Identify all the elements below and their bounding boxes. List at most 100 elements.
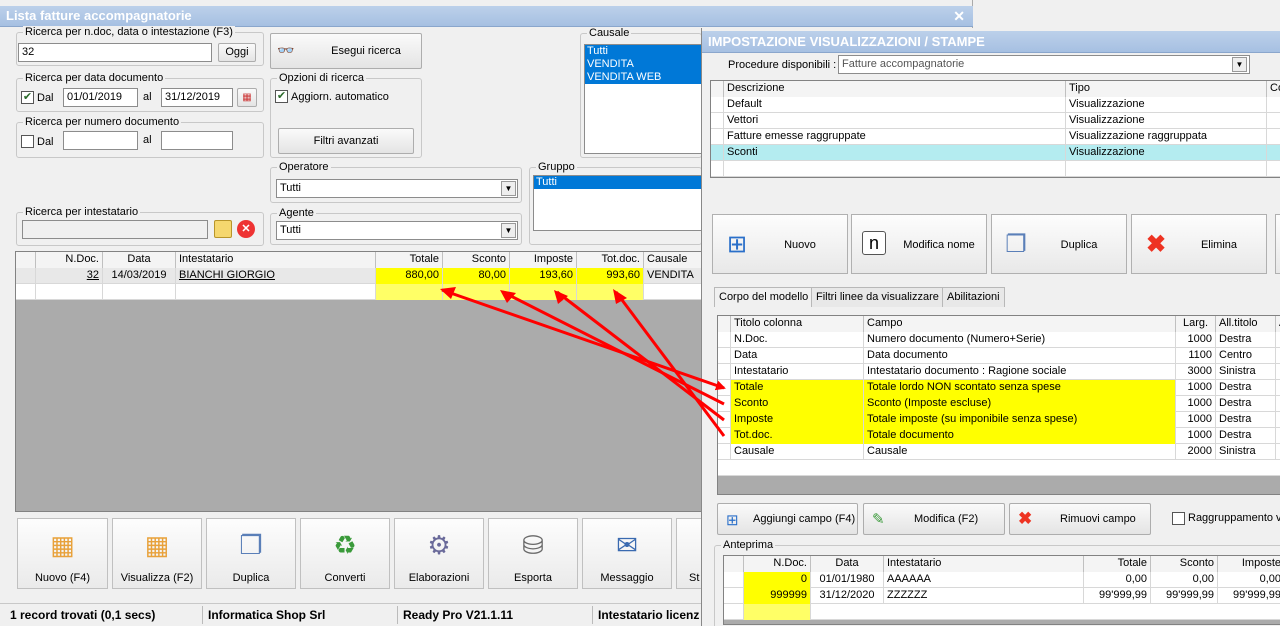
number-checkbox[interactable] xyxy=(21,135,34,148)
field-width[interactable]: 3000 xyxy=(1176,364,1216,380)
field-align[interactable]: Destra xyxy=(1216,380,1276,396)
cell-intestatario[interactable]: BIANCHI GIORGIO xyxy=(176,268,376,284)
model-name[interactable]: Sconti xyxy=(724,145,1066,161)
causale-item[interactable]: VENDITA WEB xyxy=(585,71,701,84)
operatore-select[interactable]: Tutti xyxy=(276,179,518,198)
col-header[interactable]: Tipo xyxy=(1066,81,1267,97)
processing-button[interactable]: ⚙ Elaborazioni xyxy=(394,518,484,589)
rename-model-button[interactable]: n Modifica nome xyxy=(851,214,987,274)
model-name[interactable]: Fatture emesse raggruppate xyxy=(724,129,1066,145)
tab-filters[interactable]: Filtri linee da visualizzare xyxy=(811,287,944,307)
col-header[interactable]: Campo xyxy=(864,316,1176,332)
table-row[interactable]: Default Visualizzazione xyxy=(711,97,1280,113)
close-icon[interactable]: ✕ xyxy=(953,6,965,26)
agente-select[interactable]: Tutti xyxy=(276,221,518,240)
col-header[interactable]: Tot.doc. xyxy=(577,252,644,268)
field-row[interactable]: Tot.doc. Totale documento 1000 Destra xyxy=(718,428,1280,444)
folder-icon[interactable] xyxy=(214,220,232,238)
field-title[interactable]: Sconto xyxy=(731,396,864,412)
model-name[interactable]: Default xyxy=(724,97,1066,113)
col-header[interactable]: Causale xyxy=(644,252,704,268)
table-row-selected[interactable]: Sconti Visualizzazione xyxy=(711,145,1280,161)
field-title[interactable]: Tot.doc. xyxy=(731,428,864,444)
col-header[interactable]: Descrizione xyxy=(724,81,1066,97)
clear-icon[interactable]: ✕ xyxy=(237,220,255,238)
field-align[interactable]: Destra xyxy=(1216,332,1276,348)
field-width[interactable]: 1000 xyxy=(1176,332,1216,348)
auto-update-checkbox[interactable]: ✔ xyxy=(275,90,288,103)
field-source[interactable]: Totale imposte (su imponibile senza spes… xyxy=(864,412,1176,428)
tab-permissions[interactable]: Abilitazioni xyxy=(942,287,1005,307)
field-source[interactable]: Sconto (Imposte escluse) xyxy=(864,396,1176,412)
causale-item[interactable]: VENDITA xyxy=(585,58,701,71)
duplicate-button[interactable]: ❐ Duplica xyxy=(206,518,296,589)
run-search-button[interactable]: 👓 Esegui ricerca xyxy=(270,33,422,69)
field-source[interactable]: Data documento xyxy=(864,348,1176,364)
field-title[interactable]: Totale xyxy=(731,380,864,396)
add-field-button[interactable]: ⊞ Aggiungi campo (F4) xyxy=(717,503,858,535)
field-row[interactable]: Imposte Totale imposte (su imponibile sen… xyxy=(718,412,1280,428)
col-header[interactable]: N.Doc. xyxy=(36,252,103,268)
col-header[interactable]: Intestatario xyxy=(176,252,376,268)
calendar-icon[interactable]: ▦ xyxy=(237,88,257,107)
number-from-input[interactable] xyxy=(63,131,138,150)
table-row[interactable] xyxy=(16,284,704,300)
model-name[interactable]: Vettori xyxy=(724,113,1066,129)
view-button[interactable]: ▦ Visualizza (F2) xyxy=(112,518,202,589)
export-button[interactable]: ⛁ Esporta xyxy=(488,518,578,589)
field-row[interactable]: Causale Causale 2000 Sinistra xyxy=(718,444,1280,460)
field-row[interactable]: Data Data documento 1100 Centro xyxy=(718,348,1280,364)
col-header[interactable]: Sconto xyxy=(443,252,510,268)
field-width[interactable]: 1000 xyxy=(1176,396,1216,412)
col-header[interactable]: Co xyxy=(1267,81,1280,97)
col-header[interactable]: Titolo colonna xyxy=(731,316,864,332)
table-row[interactable]: 32 14/03/2019 BIANCHI GIORGIO 880,00 80,… xyxy=(16,268,704,284)
field-title[interactable]: Causale xyxy=(731,444,864,460)
table-row[interactable]: Vettori Visualizzazione xyxy=(711,113,1280,129)
print-button[interactable]: St xyxy=(676,518,702,589)
field-source[interactable]: Totale lordo NON scontato senza spese xyxy=(864,380,1176,396)
col-header[interactable]: Data xyxy=(103,252,176,268)
search-input[interactable]: 32 xyxy=(18,43,212,62)
field-align[interactable]: Sinistra xyxy=(1216,444,1276,460)
gruppo-item[interactable]: Tutti xyxy=(534,176,701,189)
field-align[interactable]: Centro xyxy=(1216,348,1276,364)
duplicate-model-button[interactable]: ❐ Duplica xyxy=(991,214,1127,274)
field-width[interactable]: 1100 xyxy=(1176,348,1216,364)
field-align[interactable]: Destra xyxy=(1216,396,1276,412)
causale-list[interactable]: Tutti VENDITA VENDITA WEB xyxy=(584,44,702,154)
intestatario-input[interactable] xyxy=(22,220,208,239)
col-header[interactable]: All.titolo xyxy=(1216,316,1276,332)
field-source[interactable]: Causale xyxy=(864,444,1176,460)
field-title[interactable]: Intestatario xyxy=(731,364,864,380)
col-header[interactable]: A xyxy=(1276,316,1280,332)
field-row[interactable]: Intestatario Intestatario documento : Rag… xyxy=(718,364,1280,380)
field-width[interactable]: 1000 xyxy=(1176,412,1216,428)
table-row[interactable]: Fatture emesse raggruppate Visualizzazio… xyxy=(711,129,1280,145)
date-from-checkbox[interactable]: ✔ xyxy=(21,91,34,104)
date-from-input[interactable]: 01/01/2019 xyxy=(63,88,138,107)
convert-button[interactable]: ♻ Converti xyxy=(300,518,390,589)
procedure-select[interactable]: Fatture accompagnatorie xyxy=(838,55,1250,74)
field-source[interactable]: Intestatario documento : Ragione sociale xyxy=(864,364,1176,380)
field-title[interactable]: Data xyxy=(731,348,864,364)
field-align[interactable]: Destra xyxy=(1216,428,1276,444)
extra-button[interactable] xyxy=(1275,214,1280,274)
advanced-filters-button[interactable]: Filtri avanzati xyxy=(278,128,414,154)
col-header[interactable]: Totale xyxy=(376,252,443,268)
field-width[interactable]: 1000 xyxy=(1176,428,1216,444)
causale-item[interactable]: Tutti xyxy=(585,45,701,58)
date-to-input[interactable]: 31/12/2019 xyxy=(161,88,233,107)
new-model-button[interactable]: ⊞ Nuovo xyxy=(712,214,848,274)
field-row[interactable] xyxy=(718,460,1280,476)
field-title[interactable]: N.Doc. xyxy=(731,332,864,348)
gruppo-list[interactable]: Tutti xyxy=(533,175,702,231)
new-button[interactable]: ▦ Nuovo (F4) xyxy=(17,518,108,589)
field-source[interactable]: Numero documento (Numero+Serie) xyxy=(864,332,1176,348)
col-header[interactable]: Larg. xyxy=(1176,316,1216,332)
grouping-checkbox[interactable] xyxy=(1172,512,1185,525)
chevron-down-icon[interactable]: ▼ xyxy=(1232,57,1247,72)
cell-ndoc[interactable]: 32 xyxy=(36,268,103,284)
oggi-button[interactable]: Oggi xyxy=(218,43,256,62)
delete-model-button[interactable]: ✖ Elimina xyxy=(1131,214,1267,274)
